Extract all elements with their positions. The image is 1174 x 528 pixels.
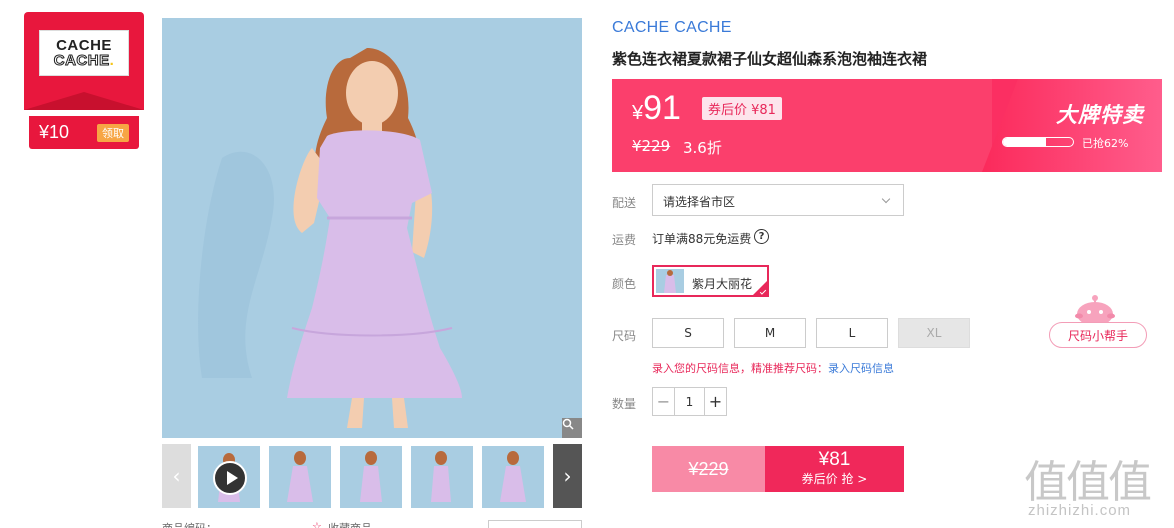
original-price: ¥229 (632, 137, 671, 155)
currency-symbol: ¥ (632, 102, 644, 124)
logo-dot: . (109, 52, 115, 69)
flash-sale-title: 大牌特卖 (1056, 103, 1144, 127)
logo-line1: CACHE (56, 37, 112, 54)
logo-line2-text: CACHE (53, 52, 110, 69)
gallery-footer: 商品编码： ☆ 收藏商品 (162, 518, 582, 528)
logo-line2: CACHE. (53, 52, 115, 69)
sold-progress-fill (1003, 138, 1047, 146)
claim-coupon-button[interactable]: 领取 (97, 123, 129, 142)
help-icon[interactable]: ? (754, 229, 769, 244)
size-label: 尺码 (612, 329, 637, 343)
thumbnail-image[interactable] (269, 446, 331, 508)
size-tip-text: 录入您的尺码信息，精准推荐尺码： (652, 362, 828, 375)
product-title: 紫色连衣裙夏款裙子仙女超仙森系泡泡袖连衣裙 (612, 50, 928, 68)
color-option-selected[interactable]: 紫月大丽花 (652, 265, 769, 297)
buy-coupon-price: ¥81 (818, 449, 851, 470)
size-option-m[interactable]: M (734, 318, 806, 348)
price-banner: ¥91 券后价 ¥81 ¥229 3.6折 大牌特卖 已抢62% (612, 79, 1162, 172)
sold-progress-label: 已抢62% (1082, 137, 1129, 150)
play-icon[interactable] (213, 461, 247, 495)
brand-name[interactable]: CACHE CACHE (612, 19, 732, 37)
price-value: 91 (643, 89, 681, 127)
size-info-link[interactable]: 录入尺码信息 (828, 362, 894, 375)
thumbnail-prev-button[interactable]: ‹ (162, 444, 191, 508)
delivery-label: 配送 (612, 196, 637, 210)
thumbnail-image[interactable] (482, 446, 544, 508)
current-price: ¥91 (632, 89, 681, 128)
size-option-l[interactable]: L (816, 318, 888, 348)
color-swatch-thumbnail (656, 269, 684, 293)
model-photo (162, 18, 582, 438)
product-page: CACHE CACHE. ¥10 领取 ‹ › ☆ CACHE CACHE 紫色… (0, 0, 1174, 528)
buy-original-price[interactable]: ¥229 (652, 446, 765, 492)
share-button[interactable] (488, 520, 582, 528)
watermark-logo: 值值值 (1024, 457, 1152, 508)
sold-progress-bar (1002, 137, 1074, 147)
thumbnail-strip: ‹ › (162, 444, 582, 508)
quantity-stepper: − 1 + (652, 387, 727, 416)
chevron-down-icon (881, 194, 891, 204)
thumbnail-image[interactable] (411, 446, 473, 508)
favorite-icon[interactable]: ☆ (312, 520, 322, 528)
quantity-decrease-button[interactable]: − (653, 388, 675, 415)
shipping-label: 运费 (612, 233, 637, 247)
after-coupon-badge: 券后价 ¥81 (702, 97, 782, 120)
shipping-info: 订单满88元免运费 (652, 232, 752, 246)
region-select[interactable]: 请选择省市区 (652, 184, 904, 216)
main-product-image[interactable] (162, 18, 582, 438)
size-option-xl: XL (898, 318, 970, 348)
site-watermark: 值值值 zhizhizhi.com (1024, 446, 1170, 528)
product-code-label: 商品编码： (162, 520, 217, 528)
discount-label: 3.6折 (683, 139, 722, 157)
zoom-icon[interactable] (562, 418, 582, 438)
mascot-icon (1075, 295, 1115, 326)
color-label: 颜色 (612, 277, 637, 291)
size-option-s[interactable]: S (652, 318, 724, 348)
size-tip: 录入您的尺码信息，精准推荐尺码：录入尺码信息 (652, 360, 894, 376)
thumbnail-next-button[interactable]: › (553, 444, 582, 508)
store-coupon[interactable]: CACHE CACHE. ¥10 领取 (24, 12, 144, 149)
watermark-url: zhizhizhi.com (1028, 502, 1132, 519)
quantity-increase-button[interactable]: + (704, 388, 726, 415)
size-helper-button[interactable]: 尺码小帮手 (1049, 322, 1147, 348)
thumbnail-image[interactable] (340, 446, 402, 508)
brand-logo: CACHE CACHE. (39, 30, 129, 76)
favorite-button[interactable]: 收藏商品 (328, 520, 372, 528)
buy-with-coupon-button[interactable]: ¥81 券后价 抢 > (765, 446, 904, 492)
size-helper[interactable]: 尺码小帮手 (1049, 292, 1147, 348)
thumbnail-video[interactable] (198, 446, 260, 508)
color-option-label: 紫月大丽花 (692, 277, 753, 291)
coupon-amount: ¥10 (39, 122, 70, 142)
quantity-label: 数量 (612, 397, 637, 411)
coupon-footer[interactable]: ¥10 领取 (29, 116, 139, 149)
quantity-input[interactable]: 1 (675, 388, 704, 415)
buy-coupon-label: 券后价 抢 > (801, 472, 868, 486)
region-select-value: 请选择省市区 (663, 195, 736, 209)
